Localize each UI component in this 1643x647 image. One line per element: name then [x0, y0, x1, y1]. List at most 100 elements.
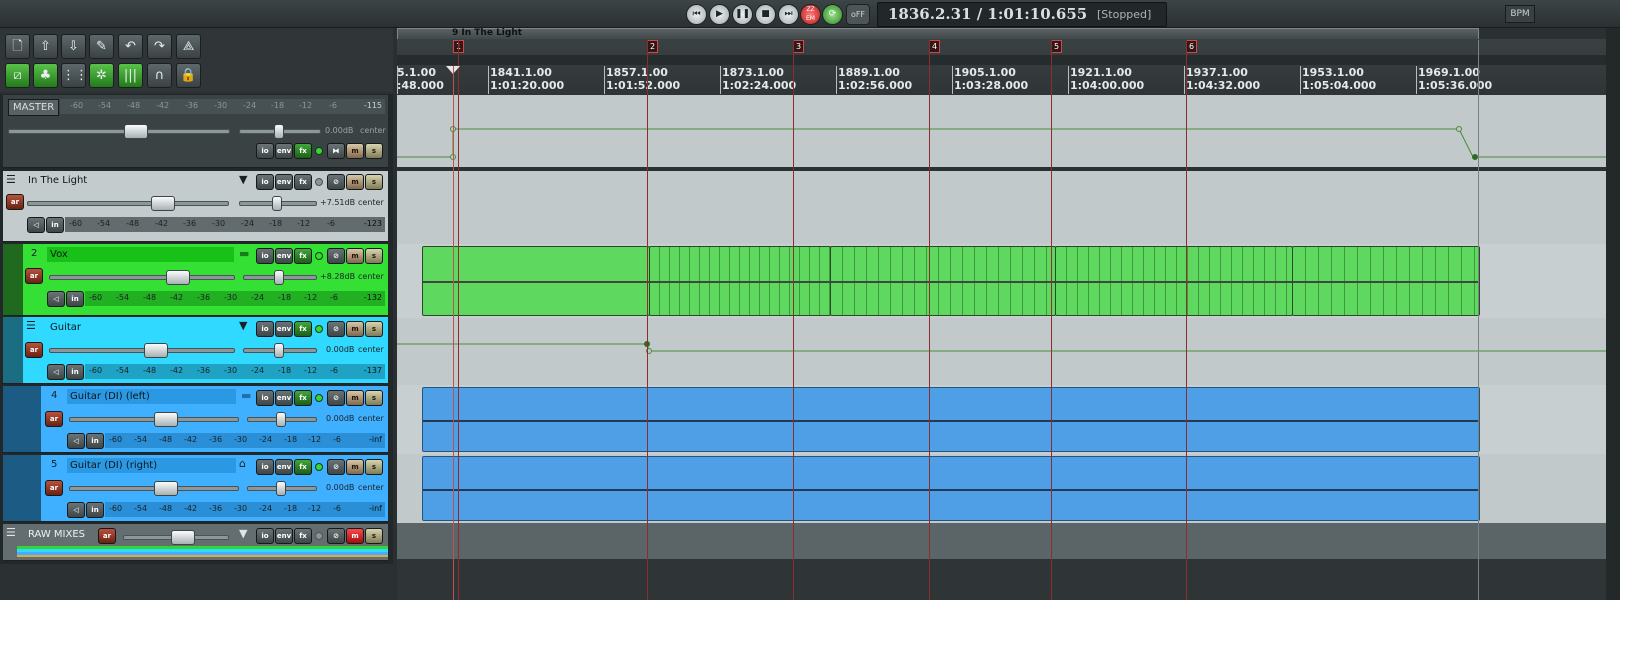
solo-button[interactable]: s — [365, 390, 383, 406]
phase-button[interactable]: ⊘ — [327, 390, 345, 406]
input-button[interactable]: in — [86, 433, 104, 449]
pan-knob[interactable] — [276, 481, 286, 496]
env-button[interactable]: env — [275, 321, 293, 337]
volume-slider[interactable] — [49, 275, 235, 280]
redo-icon[interactable]: ↷ — [147, 34, 172, 59]
vox-item[interactable] — [1055, 246, 1293, 316]
master-env-button[interactable]: env — [275, 143, 293, 159]
skip-to-start-icon[interactable]: ⏮ — [686, 4, 707, 25]
master-pan-knob[interactable] — [274, 124, 284, 139]
fx-button[interactable]: fx — [294, 390, 312, 406]
volume-knob[interactable] — [154, 481, 179, 496]
lane-guitar[interactable] — [397, 318, 1620, 385]
vertical-scrollbar[interactable] — [1606, 28, 1620, 600]
env-button[interactable]: env — [275, 248, 293, 264]
automation-mode-button[interactable]: ar — [45, 411, 63, 427]
volume-knob[interactable] — [143, 343, 168, 358]
record-arm-speaker-icon[interactable]: ▼ — [239, 527, 247, 540]
monitor-button[interactable]: ◁ — [67, 502, 85, 518]
ripple-editing-icon[interactable]: ♣ — [33, 63, 58, 88]
input-button[interactable]: in — [86, 502, 104, 518]
pan-knob[interactable] — [274, 343, 284, 358]
pause-icon[interactable]: ❚❚ — [732, 4, 753, 25]
track-guitar[interactable]: ☰ Guitar ▼ io env fx ⊘ m s ar 0.00dB cen… — [3, 317, 388, 384]
marker-6[interactable]: 6 — [1186, 40, 1197, 53]
io-button[interactable]: io — [256, 248, 274, 264]
mute-button[interactable]: m — [346, 459, 364, 475]
automation-mode-button[interactable]: ar — [6, 194, 24, 210]
new-project-icon[interactable]: 🗋 — [5, 34, 30, 59]
marker-2[interactable]: 2 — [647, 40, 658, 53]
track-vox[interactable]: 2 Vox ▬ io env fx ⊘ m s ar +8.28dB cente… — [3, 244, 388, 316]
lane-vox[interactable] — [397, 244, 1620, 318]
io-button[interactable]: io — [256, 321, 274, 337]
vox-item[interactable] — [649, 246, 831, 316]
io-button[interactable]: io — [256, 528, 274, 544]
settings-wrench-icon[interactable]: ✎ — [89, 34, 114, 59]
phase-button[interactable]: ⊘ — [327, 248, 345, 264]
automation-mode-button[interactable]: ar — [25, 268, 43, 284]
vox-item[interactable] — [1292, 246, 1480, 316]
pan-knob[interactable] — [276, 412, 286, 427]
folder-track-icon[interactable]: ☰ — [26, 319, 36, 332]
track-grouping-icon[interactable]: ||| — [118, 63, 143, 88]
guitar-volume-envelope[interactable] — [397, 318, 1620, 385]
guitar-di-left-item[interactable] — [422, 387, 1480, 452]
record-arm-speaker-icon[interactable]: ▼ — [239, 319, 247, 332]
env-button[interactable]: env — [275, 390, 293, 406]
env-button[interactable]: env — [275, 459, 293, 475]
master-solo-button[interactable]: s — [365, 143, 383, 159]
env-button[interactable]: env — [275, 528, 293, 544]
timeline-ruler[interactable]: 1 2 3 4 5 6 5.1.00 :48.000 1841.1.00 1:0… — [397, 39, 1620, 95]
master-track[interactable]: MASTER -60 -54 -48 -42 -36 -30 -24 -18 -… — [3, 95, 388, 168]
lock-icon[interactable]: 🔒 — [176, 63, 201, 88]
metronome-icon[interactable]: ⟁ — [176, 34, 201, 59]
fx-button[interactable]: fx — [294, 528, 312, 544]
envelope-toggle-icon[interactable]: ⧄ — [5, 63, 30, 88]
track-name[interactable]: Vox — [47, 247, 234, 262]
vox-item[interactable] — [422, 246, 650, 316]
fx-button[interactable]: fx — [294, 174, 312, 190]
volume-slider[interactable] — [27, 201, 229, 206]
mute-button[interactable]: m — [346, 248, 364, 264]
monitor-button[interactable]: ◁ — [47, 364, 65, 380]
monitor-button[interactable]: ◁ — [47, 291, 65, 307]
track-in-the-light[interactable]: ☰ In The Light ▼ io env fx ⊘ m s ar +7.5… — [3, 171, 388, 242]
arrange-view[interactable]: 9 In The Light 1 2 3 4 5 6 5.1.00 :48.00… — [397, 28, 1620, 600]
monitor-button[interactable]: ◁ — [67, 433, 85, 449]
track-raw-mixes[interactable]: ☰ RAW MIXES ar ▼ io env fx ⊘ m s — [3, 524, 388, 561]
auto-crossfade-button[interactable]: oFF — [846, 4, 870, 25]
track-name[interactable]: Guitar (DI) (right) — [67, 458, 236, 473]
solo-button[interactable]: s — [365, 174, 383, 190]
open-project-icon[interactable]: ⇧ — [33, 34, 58, 59]
phase-button[interactable]: ⊘ — [327, 321, 345, 337]
input-button[interactable]: in — [66, 364, 84, 380]
undo-icon[interactable]: ↶ — [118, 34, 143, 59]
marker-4[interactable]: 4 — [929, 40, 940, 53]
mute-button[interactable]: m — [346, 174, 364, 190]
master-volume-knob[interactable] — [123, 124, 148, 139]
vox-item[interactable] — [830, 246, 1056, 316]
fx-button[interactable]: fx — [294, 248, 312, 264]
volume-knob[interactable] — [171, 530, 195, 545]
pan-knob[interactable] — [272, 196, 282, 211]
solo-button[interactable]: s — [365, 248, 383, 264]
arrange-empty-space[interactable] — [397, 559, 1620, 600]
automation-mode-button[interactable]: ar — [45, 480, 63, 496]
mute-button[interactable]: m — [346, 390, 364, 406]
solo-button[interactable]: s — [365, 459, 383, 475]
track-name[interactable]: Guitar — [47, 320, 234, 335]
phase-button[interactable]: ⊘ — [327, 528, 345, 544]
bpm-button[interactable]: BPM — [1505, 5, 1535, 23]
tcp-empty-space[interactable] — [0, 564, 393, 600]
fx-button[interactable]: fx — [294, 321, 312, 337]
fx-button[interactable]: fx — [294, 459, 312, 475]
play-icon[interactable]: ▶ — [709, 4, 730, 25]
master-mono-button[interactable]: ⧓ — [327, 143, 345, 159]
solo-button[interactable]: s — [365, 321, 383, 337]
volume-knob[interactable] — [154, 412, 179, 427]
master-fx-button[interactable]: fx — [294, 143, 312, 159]
automation-mode-button[interactable]: ar — [25, 342, 43, 358]
stop-icon[interactable]: ■ — [755, 4, 776, 25]
lane-master[interactable] — [397, 95, 1620, 167]
